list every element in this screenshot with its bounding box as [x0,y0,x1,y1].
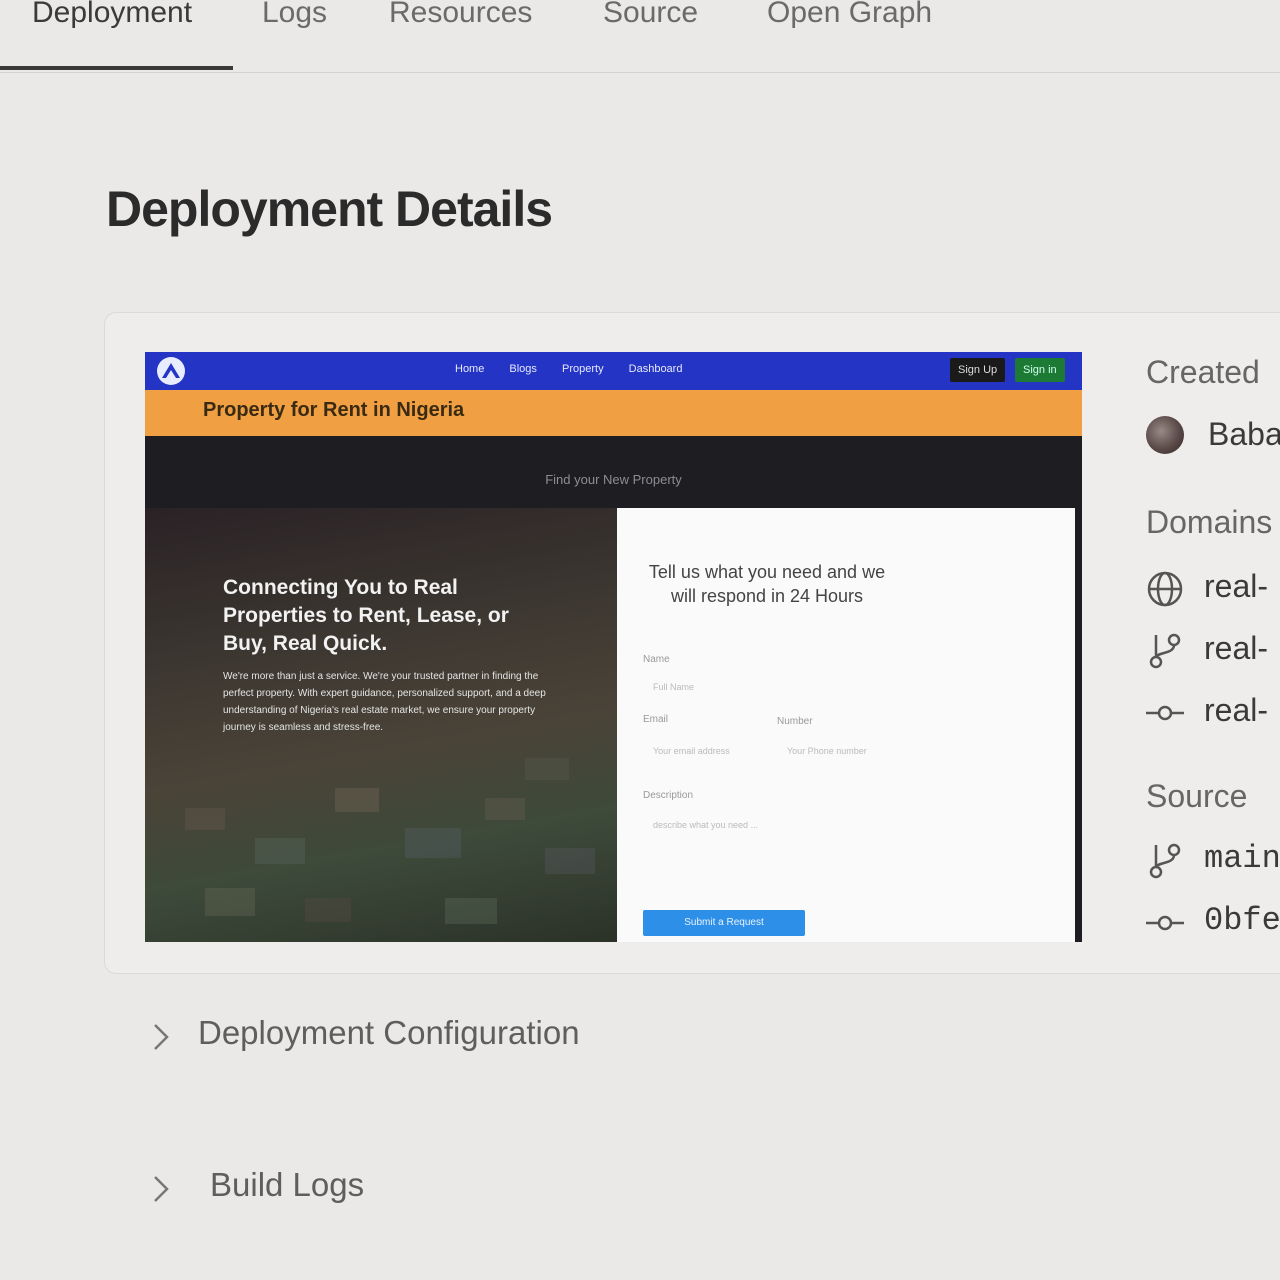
preview-signup-button[interactable]: Sign Up [950,358,1006,382]
domain-row-3[interactable]: real- [1146,692,1280,732]
domain-text: real- [1204,630,1269,666]
preview-nav-property[interactable]: Property [562,363,604,375]
preview-description-label: Description [643,790,694,801]
preview-logo-icon [157,357,185,385]
domain-text: real- [1204,692,1269,728]
preview-email-label: Email [643,714,669,725]
domain-text: real- [1204,568,1269,604]
preview-nav-links: Home Blogs Property Dashboard [455,363,704,375]
branch-row[interactable]: main [1146,840,1280,880]
domains-label: Domains [1146,504,1273,540]
section-label: Build Logs [210,1166,365,1203]
created-label: Created [1146,354,1260,390]
preview-banner-text: Property for Rent in Nigeria [203,399,465,421]
chevron-right-icon [154,1176,169,1202]
git-branch-icon [1149,633,1181,669]
preview-edge [1075,508,1082,942]
globe-icon [1147,571,1183,607]
tab-resources[interactable]: Resources [389,0,532,30]
source-label: Source [1146,778,1248,814]
preview-submit-button[interactable]: Submit a Request [643,910,805,936]
tab-logs[interactable]: Logs [262,0,327,30]
domain-row-2[interactable]: real- [1146,630,1280,670]
preview-nav-dashboard[interactable]: Dashboard [629,363,683,375]
preview-nav-home[interactable]: Home [455,363,484,375]
git-commit-icon [1146,915,1184,931]
preview-hero-subtitle: We're more than just a service. We're yo… [223,671,546,733]
preview-request-form: Tell us what you need and we will respon… [617,508,1075,942]
chevron-right-icon [154,1024,169,1050]
tab-source[interactable]: Source [603,0,698,30]
preview-hero-title: Connecting You to Real Properties to Ren… [223,576,509,655]
preview-number-label: Number [777,716,813,727]
page-title: Deployment Details [106,181,553,237]
preview-nav-blogs[interactable]: Blogs [509,363,537,375]
domain-row-1[interactable]: real- [1146,568,1280,608]
commit-hash: 0bfe [1204,902,1280,939]
preview-banner: Property for Rent in Nigeria [145,390,1082,436]
build-logs-toggle[interactable]: Build Logs [150,1166,390,1208]
avatar [1146,416,1184,454]
tab-deployment[interactable]: Deployment [32,0,192,30]
preview-signin-button[interactable]: Sign in [1015,358,1065,382]
preview-number-input[interactable]: Your Phone number [787,746,867,756]
preview-navbar: Home Blogs Property Dashboard Sign Up Si… [145,352,1082,390]
preview-hero-image: Connecting You to Real Properties to Ren… [145,508,617,942]
preview-name-input[interactable]: Full Name [653,682,694,692]
preview-find-strip: Find your New Property [145,436,1082,508]
active-tab-indicator [0,66,233,70]
git-commit-icon [1146,705,1184,721]
preview-email-input[interactable]: Your email address [653,746,730,756]
deployment-configuration-toggle[interactable]: Deployment Configuration [150,1014,610,1056]
commit-row[interactable]: 0bfe [1146,902,1280,942]
preview-find-text: Find your New Property [545,472,682,487]
tab-open-graph[interactable]: Open Graph [767,0,932,30]
created-by[interactable]: Baba [1146,416,1280,456]
section-label: Deployment Configuration [198,1014,580,1051]
preview-name-label: Name [643,654,670,665]
tab-bar: Deployment Logs Resources Source Open Gr… [0,0,1280,73]
deployment-preview[interactable]: Home Blogs Property Dashboard Sign Up Si… [145,352,1082,942]
git-branch-icon [1149,843,1181,879]
branch-name: main [1204,840,1280,877]
preview-description-input[interactable]: describe what you need ... [653,820,758,830]
creator-name: Baba [1208,416,1280,452]
preview-form-title: Tell us what you need and we will respon… [648,562,886,606]
